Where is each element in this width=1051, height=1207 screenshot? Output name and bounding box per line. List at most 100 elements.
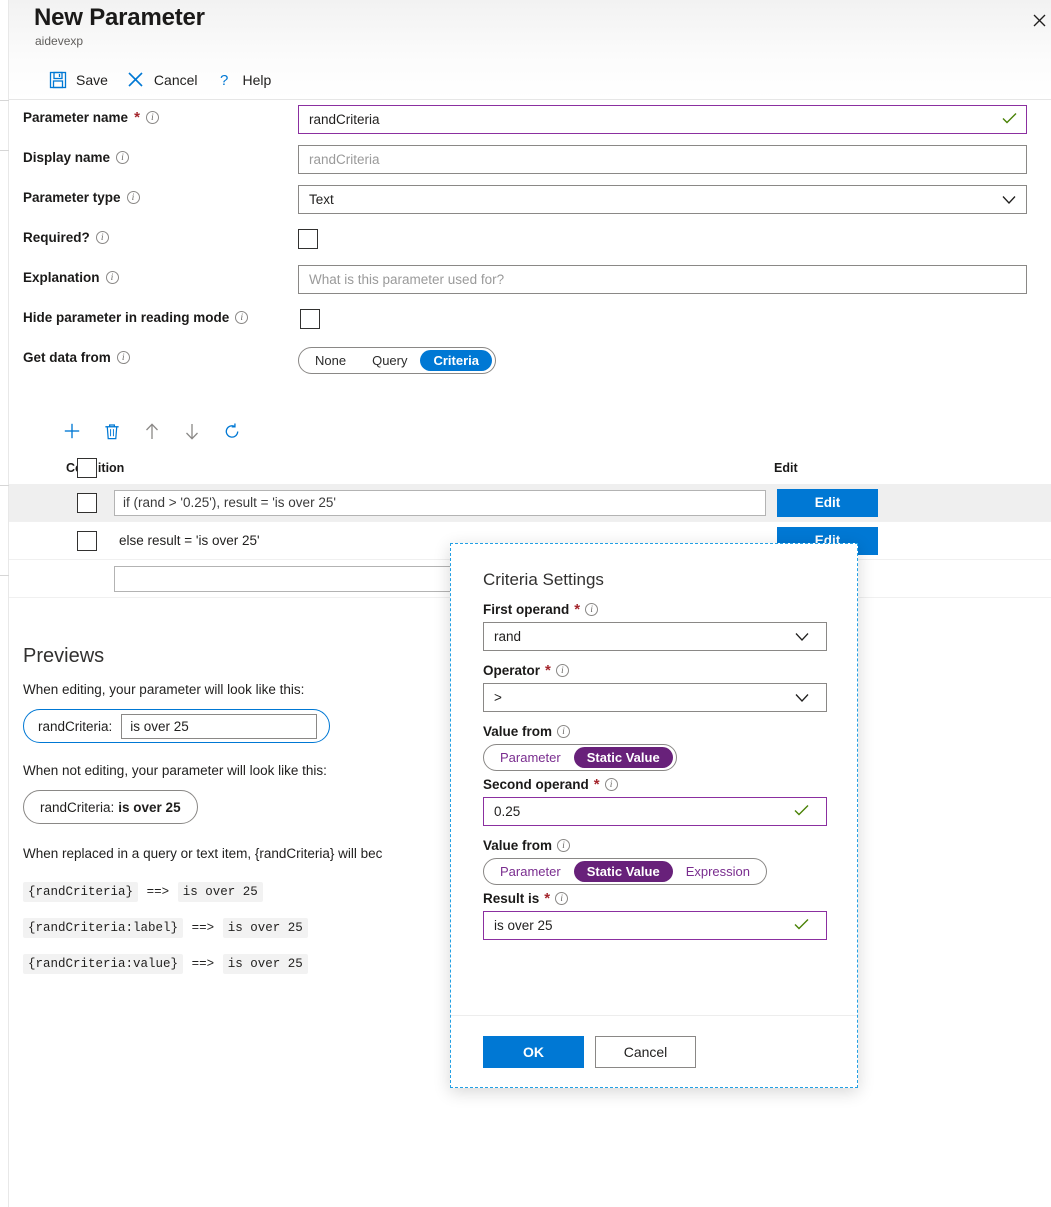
panel-header: New Parameter aidevexp Save Cancel (9, 0, 1051, 100)
label-text: Parameter type (23, 190, 121, 205)
info-icon[interactable]: i (96, 231, 109, 244)
option-parameter[interactable]: Parameter (487, 861, 574, 882)
required-checkbox[interactable] (298, 229, 318, 249)
condition-field-wrap (114, 490, 766, 516)
value-from-2-label: Value from i (483, 838, 827, 853)
editing-preview-pill: randCriteria: (23, 709, 330, 743)
operator-field-wrap (483, 683, 827, 712)
criteria-settings-popup: Criteria Settings First operand * i Oper… (450, 543, 858, 1088)
row-hide-parameter: Hide parameter in reading mode i (9, 301, 1051, 341)
row-explanation: Explanation i (9, 261, 1051, 301)
operator-label: Operator * i (483, 663, 827, 678)
delete-icon[interactable] (97, 416, 127, 446)
parameter-name-input[interactable] (298, 105, 1027, 134)
option-expression[interactable]: Expression (673, 861, 763, 882)
label-text: Hide parameter in reading mode (23, 310, 229, 325)
row-required: Required? i (9, 221, 1051, 261)
result-is-field-wrap (483, 911, 827, 940)
option-parameter[interactable]: Parameter (487, 747, 574, 768)
hide-parameter-checkbox[interactable] (300, 309, 320, 329)
substitution-arrow: ==> (142, 885, 175, 899)
add-icon[interactable] (57, 416, 87, 446)
row-checkbox[interactable] (77, 531, 97, 551)
condition-text: else result = 'is over 25' (119, 533, 260, 548)
left-gutter (0, 0, 9, 1207)
row-display-name: Display name i (9, 141, 1051, 181)
explanation-input[interactable] (298, 265, 1027, 294)
label-text: Value from (483, 838, 552, 853)
column-header-edit: Edit (774, 461, 798, 475)
result-is-label: Result is * i (483, 891, 827, 906)
option-query[interactable]: Query (359, 350, 420, 371)
label-text: Second operand (483, 777, 589, 792)
move-down-icon[interactable] (177, 416, 207, 446)
info-icon[interactable]: i (146, 111, 159, 124)
row-parameter-name: Parameter name * i (9, 101, 1051, 141)
info-icon[interactable]: i (585, 603, 598, 616)
not-editing-preview-value: is over 25 (118, 800, 180, 815)
substitution-result: is over 25 (223, 954, 308, 974)
popup-footer: OK Cancel (451, 1015, 857, 1087)
required-label: Required? i (23, 230, 109, 245)
info-icon[interactable]: i (106, 271, 119, 284)
substitution-token: {randCriteria} (23, 882, 138, 902)
row-parameter-type: Parameter type i (9, 181, 1051, 221)
label-text: Value from (483, 724, 552, 739)
display-name-field-wrap (298, 145, 1027, 174)
help-button[interactable]: ? Help (212, 67, 286, 93)
gutter-tick (0, 150, 9, 151)
select-all-checkbox[interactable] (77, 458, 97, 478)
label-text: Display name (23, 150, 110, 165)
label-text: Parameter name (23, 110, 128, 125)
option-static-value[interactable]: Static Value (574, 861, 673, 882)
command-bar: Save Cancel ? Help (45, 66, 285, 93)
cancel-button[interactable]: Cancel (595, 1036, 696, 1068)
editing-preview-input[interactable] (121, 714, 317, 739)
option-criteria[interactable]: Criteria (420, 350, 492, 371)
svg-text:?: ? (220, 72, 228, 89)
label-text: Result is (483, 891, 539, 906)
save-button[interactable]: Save (45, 67, 122, 93)
refresh-icon[interactable] (217, 416, 247, 446)
info-icon[interactable]: i (557, 725, 570, 738)
edit-button[interactable]: Edit (777, 489, 878, 517)
option-static-value[interactable]: Static Value (574, 747, 673, 768)
substitution-token: {randCriteria:value} (23, 954, 183, 974)
info-icon[interactable]: i (116, 151, 129, 164)
info-icon[interactable]: i (556, 664, 569, 677)
first-operand-select[interactable] (483, 622, 827, 651)
row-checkbox[interactable] (77, 493, 97, 513)
move-up-icon[interactable] (137, 416, 167, 446)
parameter-type-select[interactable] (298, 185, 1027, 214)
second-operand-input[interactable] (483, 797, 827, 826)
grid-header-row: Condition Edit (9, 452, 1051, 484)
hide-parameter-field-wrap (300, 309, 1029, 329)
operator-select[interactable] (483, 683, 827, 712)
info-icon[interactable]: i (555, 892, 568, 905)
cancel-label: Cancel (154, 72, 198, 88)
page-title: New Parameter (34, 4, 205, 32)
result-is-input[interactable] (483, 911, 827, 940)
display-name-input[interactable] (298, 145, 1027, 174)
info-icon[interactable]: i (235, 311, 248, 324)
info-icon[interactable]: i (127, 191, 140, 204)
option-none[interactable]: None (302, 350, 359, 371)
value-from-2-field-wrap: Parameter Static Value Expression (483, 858, 827, 885)
help-label: Help (243, 72, 272, 88)
parameter-type-label: Parameter type i (23, 190, 140, 205)
parameter-form: Parameter name * i Display name i (9, 101, 1051, 381)
required-asterisk: * (574, 602, 580, 617)
info-icon[interactable]: i (557, 839, 570, 852)
second-operand-field-wrap (483, 797, 827, 826)
ok-button[interactable]: OK (483, 1036, 584, 1068)
info-icon[interactable]: i (117, 351, 130, 364)
cancel-button[interactable]: Cancel (122, 66, 212, 93)
close-icon (1033, 14, 1046, 30)
condition-input[interactable] (114, 490, 766, 516)
info-icon[interactable]: i (605, 778, 618, 791)
not-editing-preview-pill: randCriteria: is over 25 (23, 790, 198, 824)
table-row[interactable]: Edit (9, 484, 1051, 522)
page-subtitle: aidevexp (35, 34, 83, 48)
close-button[interactable] (1023, 6, 1051, 38)
parameter-type-field-wrap (298, 185, 1027, 214)
